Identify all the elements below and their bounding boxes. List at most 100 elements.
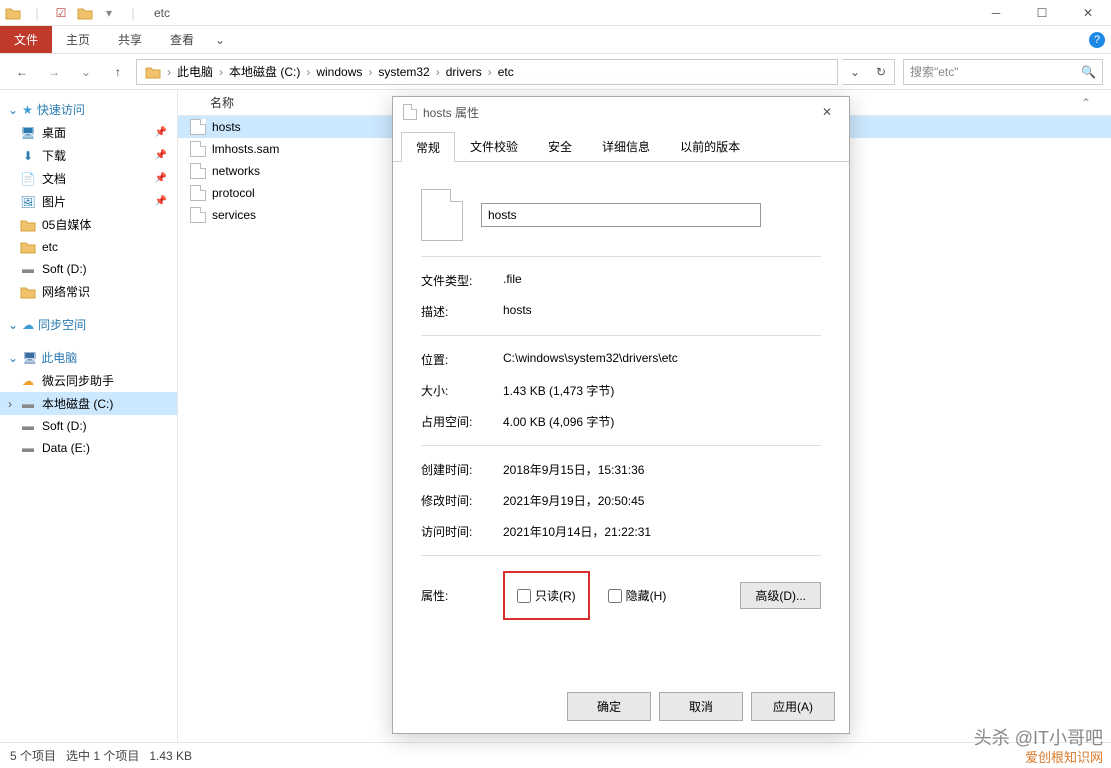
file-icon-large bbox=[421, 189, 463, 241]
breadcrumb[interactable]: system32 bbox=[374, 65, 433, 79]
sidebar-item-folder[interactable]: 05自媒体 bbox=[0, 213, 177, 236]
hidden-input[interactable] bbox=[608, 589, 622, 603]
status-bar: 5 个项目 选中 1 个项目 1.43 KB bbox=[0, 742, 1111, 768]
breadcrumb[interactable]: etc bbox=[494, 65, 518, 79]
pictures-icon: 🖼 bbox=[20, 194, 36, 210]
breadcrumb[interactable]: 此电脑 bbox=[173, 63, 217, 80]
help-button[interactable]: ? bbox=[1083, 26, 1111, 53]
chevron-right-icon[interactable]: › bbox=[366, 65, 374, 79]
refresh-icon[interactable]: ↻ bbox=[868, 60, 894, 84]
forward-button[interactable]: → bbox=[40, 58, 68, 86]
sidebar-item-folder[interactable]: 网络常识 bbox=[0, 280, 177, 303]
drive-icon: ▬ bbox=[20, 396, 36, 412]
cancel-button[interactable]: 取消 bbox=[659, 692, 743, 721]
drive-icon: ▬ bbox=[20, 440, 36, 456]
sidebar-item-documents[interactable]: 📄文档📌 bbox=[0, 167, 177, 190]
quick-access-heading[interactable]: ⌄ ★ 快速访问 bbox=[0, 98, 177, 121]
address-dropdown-icon[interactable]: ⌄ bbox=[842, 60, 868, 84]
close-icon[interactable]: ✕ bbox=[815, 105, 839, 119]
chevron-right-icon[interactable]: › bbox=[486, 65, 494, 79]
address-bar[interactable]: › 此电脑 › 本地磁盘 (C:) › windows › system32 ›… bbox=[136, 59, 838, 85]
tab-file[interactable]: 文件 bbox=[0, 26, 52, 53]
sidebar-item-drive-d[interactable]: ▬Soft (D:) bbox=[0, 415, 177, 437]
file-icon bbox=[190, 163, 206, 179]
status-size: 1.43 KB bbox=[149, 749, 192, 763]
tab-checksum[interactable]: 文件校验 bbox=[455, 131, 533, 161]
dialog-title: hosts 属性 bbox=[423, 104, 479, 121]
label-size: 大小: bbox=[421, 382, 503, 399]
label-desc: 描述: bbox=[421, 303, 503, 320]
file-icon bbox=[190, 207, 206, 223]
sidebar-item-drive-c[interactable]: ›▬本地磁盘 (C:) bbox=[0, 392, 177, 415]
label-type: 文件类型: bbox=[421, 272, 503, 289]
column-name[interactable]: 名称 bbox=[204, 94, 234, 111]
drive-icon: ▬ bbox=[20, 418, 36, 434]
tab-previous[interactable]: 以前的版本 bbox=[665, 131, 755, 161]
dialog-tabs: 常规 文件校验 安全 详细信息 以前的版本 bbox=[393, 131, 849, 162]
this-pc-heading[interactable]: ⌄ 🖥 此电脑 bbox=[0, 346, 177, 369]
chevron-right-icon[interactable]: › bbox=[165, 65, 173, 79]
breadcrumb[interactable]: 本地磁盘 (C:) bbox=[225, 63, 304, 80]
minimize-button[interactable]: ─ bbox=[973, 0, 1019, 26]
sidebar-item-desktop[interactable]: 🖥桌面📌 bbox=[0, 121, 177, 144]
value-accessed: 2021年10月14日，21:22:31 bbox=[503, 523, 821, 540]
sidebar-item-drive[interactable]: ▬Soft (D:) bbox=[0, 258, 177, 280]
ok-button[interactable]: 确定 bbox=[567, 692, 651, 721]
status-count: 5 个项目 bbox=[10, 747, 56, 764]
maximize-button[interactable]: ☐ bbox=[1019, 0, 1065, 26]
value-location: C:\windows\system32\drivers\etc bbox=[503, 351, 821, 368]
search-icon[interactable]: 🔍 bbox=[1081, 65, 1096, 79]
file-icon bbox=[190, 141, 206, 157]
ribbon-expand-icon[interactable]: ⌄ bbox=[208, 26, 232, 53]
value-type: .file bbox=[503, 272, 821, 289]
recent-dropdown[interactable]: ⌄ bbox=[72, 58, 100, 86]
apply-button[interactable]: 应用(A) bbox=[751, 692, 835, 721]
ribbon: 文件 主页 共享 查看 ⌄ ? bbox=[0, 26, 1111, 54]
chevron-right-icon[interactable]: › bbox=[304, 65, 312, 79]
sidebar-item-pictures[interactable]: 🖼图片📌 bbox=[0, 190, 177, 213]
sidebar-item-downloads[interactable]: ⬇下载📌 bbox=[0, 144, 177, 167]
sync-heading[interactable]: ⌄ ☁ 同步空间 bbox=[0, 313, 177, 336]
up-button[interactable]: ↑ bbox=[104, 58, 132, 86]
breadcrumb[interactable]: drivers bbox=[442, 65, 486, 79]
tab-share[interactable]: 共享 bbox=[104, 26, 156, 53]
dialog-titlebar[interactable]: hosts 属性 ✕ bbox=[393, 97, 849, 127]
tab-home[interactable]: 主页 bbox=[52, 26, 104, 53]
chevron-right-icon[interactable]: › bbox=[217, 65, 225, 79]
advanced-button[interactable]: 高级(D)... bbox=[740, 582, 821, 609]
tab-view[interactable]: 查看 bbox=[156, 26, 208, 53]
label-accessed: 访问时间: bbox=[421, 523, 503, 540]
hidden-checkbox[interactable]: 隐藏(H) bbox=[608, 587, 667, 604]
window-title: etc bbox=[154, 6, 170, 20]
breadcrumb[interactable]: windows bbox=[312, 65, 366, 79]
tab-details[interactable]: 详细信息 bbox=[587, 131, 665, 161]
value-desc: hosts bbox=[503, 303, 821, 320]
sidebar-item-drive-e[interactable]: ▬Data (E:) bbox=[0, 437, 177, 459]
sort-icon[interactable]: ⌃ bbox=[1081, 96, 1091, 110]
sidebar-item-folder[interactable]: etc bbox=[0, 236, 177, 258]
folder-icon bbox=[20, 217, 36, 233]
folder-icon bbox=[20, 239, 36, 255]
downloads-icon: ⬇ bbox=[20, 148, 36, 164]
navigation-bar: ← → ⌄ ↑ › 此电脑 › 本地磁盘 (C:) › windows › sy… bbox=[0, 54, 1111, 90]
back-button[interactable]: ← bbox=[8, 58, 36, 86]
watermark-text-2: 爱创根知识网 bbox=[1025, 747, 1103, 766]
status-selected: 选中 1 个项目 bbox=[66, 747, 139, 764]
tab-general[interactable]: 常规 bbox=[401, 132, 455, 162]
divider-icon: | bbox=[28, 4, 46, 22]
filename-input[interactable] bbox=[481, 203, 761, 227]
readonly-input[interactable] bbox=[517, 589, 531, 603]
search-input[interactable]: 搜索"etc" 🔍 bbox=[903, 59, 1103, 85]
chevron-right-icon[interactable]: › bbox=[434, 65, 442, 79]
readonly-checkbox[interactable]: 只读(R) bbox=[517, 587, 576, 604]
label-disk: 占用空间: bbox=[421, 413, 503, 430]
properties-icon[interactable]: ☑ bbox=[52, 4, 70, 22]
value-disk: 4.00 KB (4,096 字节) bbox=[503, 413, 821, 430]
qat-dropdown-icon[interactable]: ▾ bbox=[100, 4, 118, 22]
label-created: 创建时间: bbox=[421, 461, 503, 478]
file-icon bbox=[190, 185, 206, 201]
tab-security[interactable]: 安全 bbox=[533, 131, 587, 161]
close-button[interactable]: ✕ bbox=[1065, 0, 1111, 26]
open-icon[interactable] bbox=[76, 4, 94, 22]
sidebar-item-cloud[interactable]: ☁微云同步助手 bbox=[0, 369, 177, 392]
